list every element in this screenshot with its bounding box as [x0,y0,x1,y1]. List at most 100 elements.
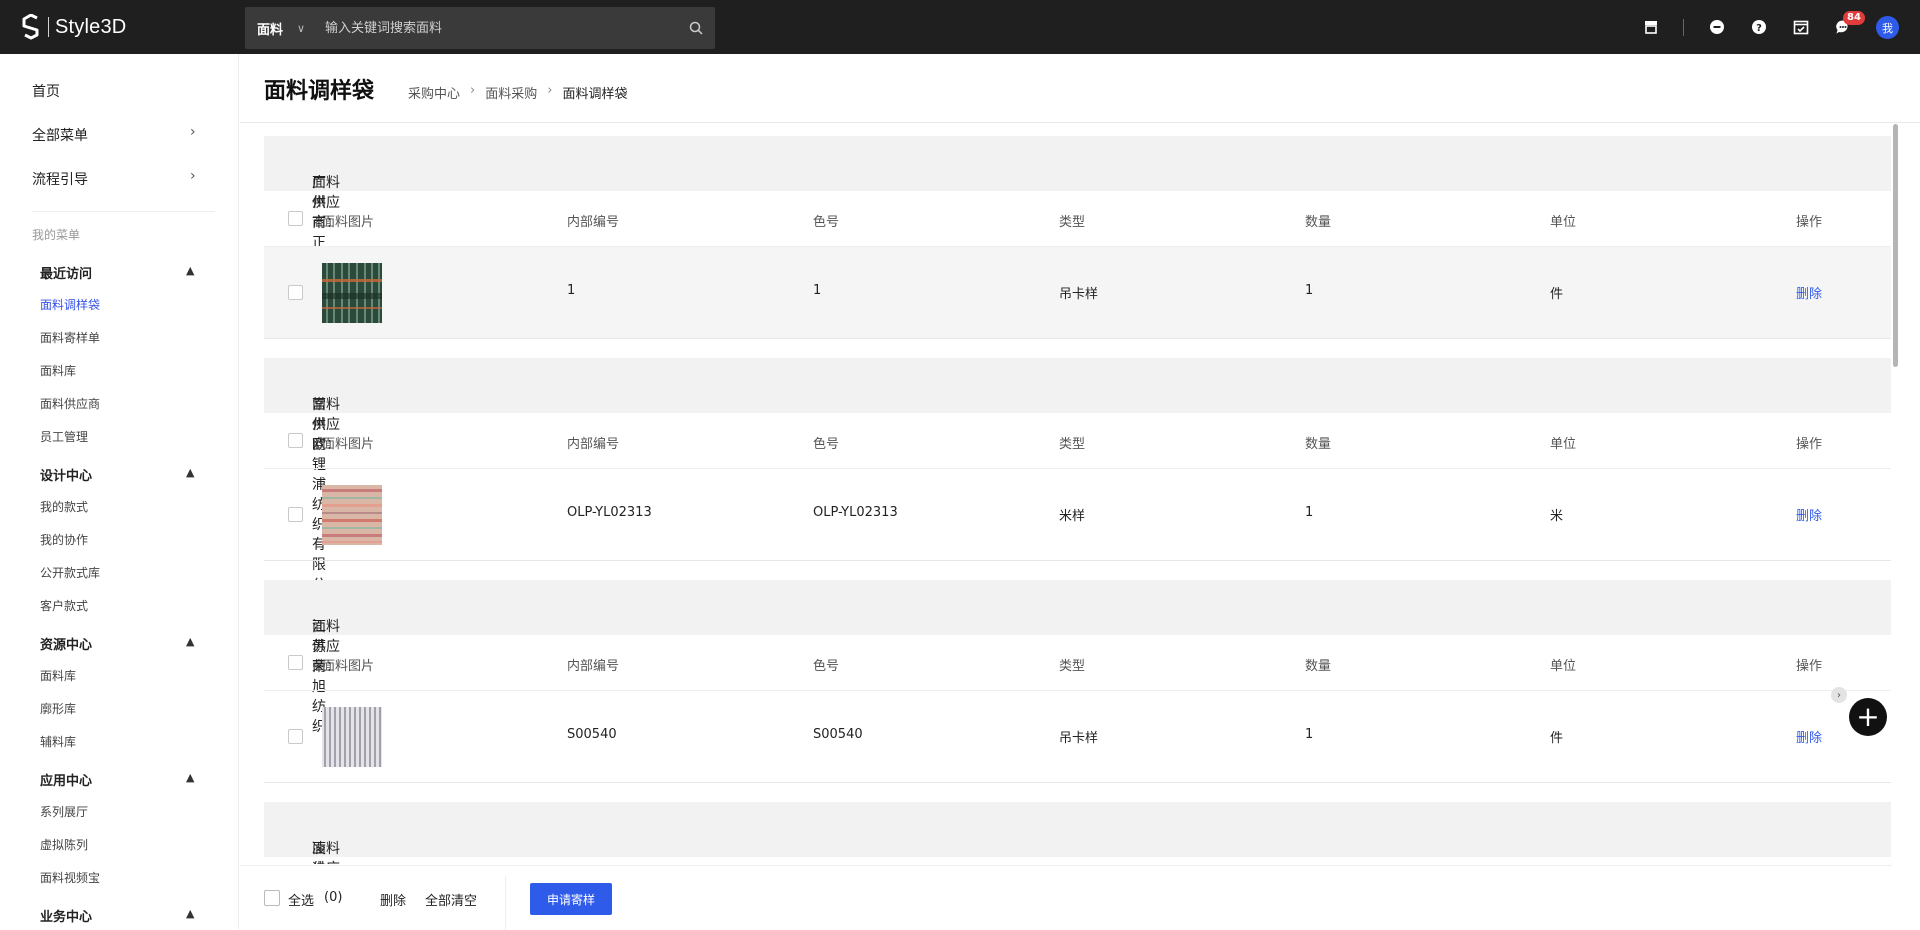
plus-icon: + [1856,700,1880,733]
col-type: 类型 [1059,659,1086,674]
supplier-header: 面料供应商：凌迪培训 [264,802,1891,864]
row-type: 吊卡样 [1059,731,1099,746]
delete-link[interactable]: 删除 [1796,727,1822,746]
chevron-up-icon[interactable]: ▲ [186,635,194,648]
footer-bar: 全选 (0) 删除 全部清空 申请寄样 [240,865,1892,930]
group-resource-center[interactable]: 资源中心 [40,634,92,653]
top-bar: Style3D 面料 ∨ ? 84 我 [0,0,1920,54]
sidebar-item-flow-guide[interactable]: 流程引导 [32,169,88,189]
delete-link[interactable]: 删除 [1796,283,1822,302]
batch-delete-button[interactable]: 删除 [380,890,406,909]
sidebar-item-virtual-display[interactable]: 虚拟陈列 [40,836,88,853]
sidebar-item-home[interactable]: 首页 [32,81,60,101]
clear-all-button[interactable]: 全部清空 [425,890,477,909]
row-qty: 1 [1305,727,1314,742]
row-unit: 米 [1550,509,1564,524]
sidebar-item-fabric-video[interactable]: 面料视频宝 [40,869,100,886]
col-qty: 数量 [1305,437,1332,452]
col-code: 内部编号 [567,659,620,674]
sidebar-item-fabric-lib[interactable]: 面料库 [40,667,76,684]
sidebar-item-fabric-sample-bag[interactable]: 面料调样袋 [40,296,100,313]
row-unit: 件 [1550,731,1564,746]
row-unit: 件 [1550,287,1564,302]
minus-circle-icon[interactable] [1709,19,1725,35]
chevron-up-icon[interactable]: ▲ [186,264,194,277]
search-icon[interactable] [689,21,703,35]
group-business-center[interactable]: 业务中心 [40,906,92,925]
row-qty: 1 [1305,283,1314,298]
row-checkbox[interactable] [288,507,303,522]
row-color-no: OLP-YL02313 [813,505,898,520]
breadcrumb-item[interactable]: 采购中心 [408,83,460,102]
sidebar-item-my-styles[interactable]: 我的款式 [40,498,88,515]
sidebar-item-fabric-supplier[interactable]: 面料供应商 [40,395,100,412]
calendar-check-icon[interactable] [1793,19,1809,35]
notification-badge: 84 [1843,11,1865,25]
app-name: Style3D [55,15,127,38]
help-icon[interactable]: ? [1751,19,1767,35]
search-input[interactable] [325,15,665,41]
chevron-up-icon[interactable]: ▲ [186,907,194,920]
sidebar-item-trim-lib[interactable]: 辅料库 [40,733,76,750]
col-unit: 单位 [1550,215,1577,230]
col-qty: 数量 [1305,215,1332,230]
sidebar-item-customer-styles[interactable]: 客户款式 [40,597,88,614]
row-qty: 1 [1305,505,1314,520]
chevron-up-icon[interactable]: ▲ [186,771,194,784]
sidebar-item-silhouette-lib[interactable]: 廓形库 [40,700,76,717]
row-code: S00540 [567,727,617,742]
delete-link[interactable]: 删除 [1796,505,1822,524]
sidebar-item-fabric-sample-order[interactable]: 面料寄样单 [40,329,100,346]
select-all-checkbox[interactable] [288,655,303,670]
group-recent[interactable]: 最近访问 [40,263,92,282]
table-row: S00540 S00540 吊卡样 1 件 删除 [264,691,1891,783]
apply-sample-button[interactable]: 申请寄样 [530,883,612,915]
col-action: 操作 [1796,437,1823,452]
sidebar-item-my-collab[interactable]: 我的协作 [40,531,88,548]
col-code: 内部编号 [567,437,620,452]
row-checkbox[interactable] [288,285,303,300]
store-icon[interactable] [1643,19,1659,35]
selected-count: (0) [324,890,343,905]
supplier-header: 面料供应商：广州市正东布行 [264,136,1891,311]
chevron-right-icon: › [547,83,553,98]
col-type: 类型 [1059,437,1086,452]
sidebar-item-all-menu[interactable]: 全部菜单 [32,125,88,145]
col-unit: 单位 [1550,659,1577,674]
search-category-select[interactable]: 面料 ∨ [257,7,305,49]
chevron-down-icon: ∨ [297,21,306,35]
row-type: 米样 [1059,509,1086,524]
col-color-no: 色号 [813,659,840,674]
col-qty: 数量 [1305,659,1332,674]
table-row: 1 1 吊卡样 1 件 删除 [264,247,1891,339]
select-all-checkbox[interactable] [288,211,303,226]
row-checkbox[interactable] [288,729,303,744]
row-type: 吊卡样 [1059,287,1099,302]
add-floating-button[interactable]: + [1849,698,1887,736]
avatar[interactable]: 我 [1876,16,1899,39]
sample-bag-list: 面料供应商：广州市正东布行 面料图片 内部编号 色号 类型 数量 单位 操作 [264,124,1891,864]
col-color-no: 色号 [813,215,840,230]
sidebar-item-fabric-library[interactable]: 面料库 [40,362,76,379]
sidebar-item-public-styles[interactable]: 公开款式库 [40,564,100,581]
group-app-center[interactable]: 应用中心 [40,770,92,789]
select-all-checkbox[interactable] [264,890,280,906]
select-all-checkbox[interactable] [288,433,303,448]
group-design-center[interactable]: 设计中心 [40,465,92,484]
chevron-right-icon: › [470,83,476,98]
app-logo[interactable]: Style3D [20,13,126,41]
select-all-label[interactable]: 全选 [288,890,314,909]
col-image: 面料图片 [322,659,375,674]
chevron-up-icon[interactable]: ▲ [186,466,194,479]
breadcrumb-item[interactable]: 面料采购 [485,83,537,102]
chevron-right-icon[interactable]: › [1831,687,1847,703]
table-header: 面料图片 内部编号 色号 类型 数量 单位 操作 [264,635,1891,691]
sidebar-divider [32,211,215,212]
content-scrollbar[interactable] [1893,124,1898,367]
table-header: 面料图片 内部编号 色号 类型 数量 单位 操作 [264,191,1891,247]
style3d-logo-icon [20,13,42,41]
chevron-right-icon: › [190,124,196,140]
sidebar-item-staff-management[interactable]: 员工管理 [40,428,88,445]
supplier-header: 面料供应商：常州欧锂浦纺织有限公司 [264,358,1891,613]
sidebar-item-series-showroom[interactable]: 系列展厅 [40,803,88,820]
